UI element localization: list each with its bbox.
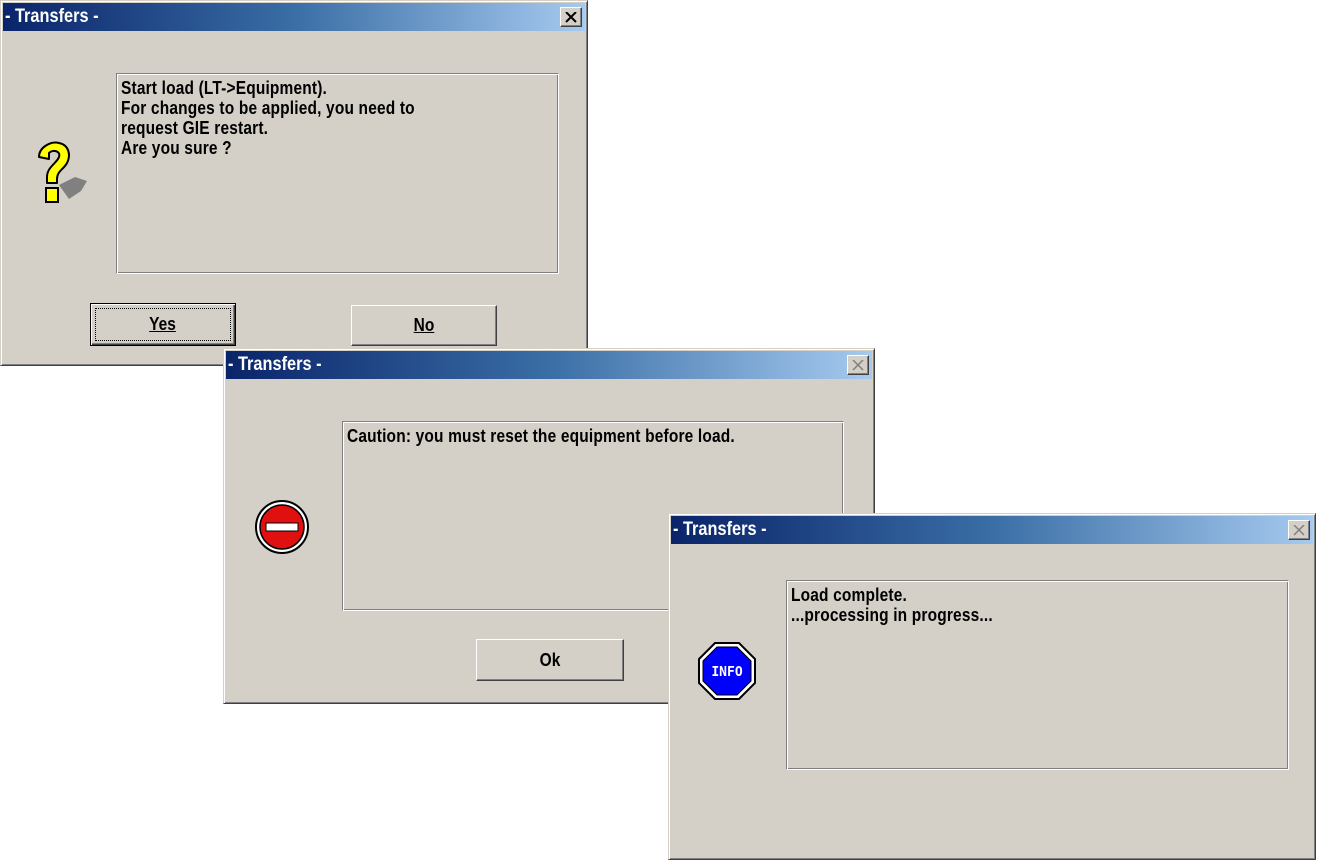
info-dialog-title: - Transfers - bbox=[673, 519, 767, 540]
question-icon bbox=[29, 141, 89, 211]
yes-button[interactable]: Yes bbox=[90, 303, 236, 346]
ok-button[interactable]: Ok bbox=[476, 639, 624, 681]
yes-button-label: Yes bbox=[149, 314, 177, 334]
stop-icon bbox=[254, 499, 310, 555]
message-line: Are you sure ? bbox=[121, 138, 232, 158]
info-dialog-titlebar[interactable]: - Transfers - bbox=[671, 516, 1313, 544]
info-close-button[interactable] bbox=[1288, 520, 1310, 540]
message-line: request GIE restart. bbox=[121, 118, 269, 138]
no-button-label: No bbox=[413, 315, 435, 335]
info-message-box: Load complete. ...processing in progress… bbox=[786, 580, 1289, 770]
message-line: For changes to be applied, you need to bbox=[121, 98, 415, 118]
info-icon: INFO bbox=[697, 641, 757, 701]
caution-close-button[interactable] bbox=[847, 355, 869, 375]
confirm-dialog-title: - Transfers - bbox=[5, 6, 99, 27]
confirm-message-box: Start load (LT->Equipment). For changes … bbox=[116, 73, 559, 274]
message-line: ...processing in progress... bbox=[791, 605, 993, 625]
caution-dialog-titlebar[interactable]: - Transfers - bbox=[226, 351, 872, 379]
message-line: Caution: you must reset the equipment be… bbox=[347, 426, 735, 446]
ok-button-label: Ok bbox=[539, 649, 561, 670]
confirm-dialog-titlebar[interactable]: - Transfers - bbox=[3, 3, 585, 31]
message-line: Load complete. bbox=[791, 585, 907, 605]
confirm-close-button[interactable] bbox=[560, 7, 582, 27]
message-line: Start load (LT->Equipment). bbox=[121, 78, 328, 98]
close-icon bbox=[852, 359, 864, 371]
no-button[interactable]: No bbox=[351, 305, 497, 346]
info-dialog: - Transfers - INFO Load complete. ...pro… bbox=[668, 513, 1316, 860]
confirm-dialog: - Transfers - Start load (LT->Equipment)… bbox=[0, 0, 588, 366]
close-icon bbox=[1293, 524, 1305, 536]
info-icon-text: INFO bbox=[711, 665, 742, 680]
caution-dialog-title: - Transfers - bbox=[228, 354, 322, 375]
close-icon bbox=[565, 11, 577, 23]
